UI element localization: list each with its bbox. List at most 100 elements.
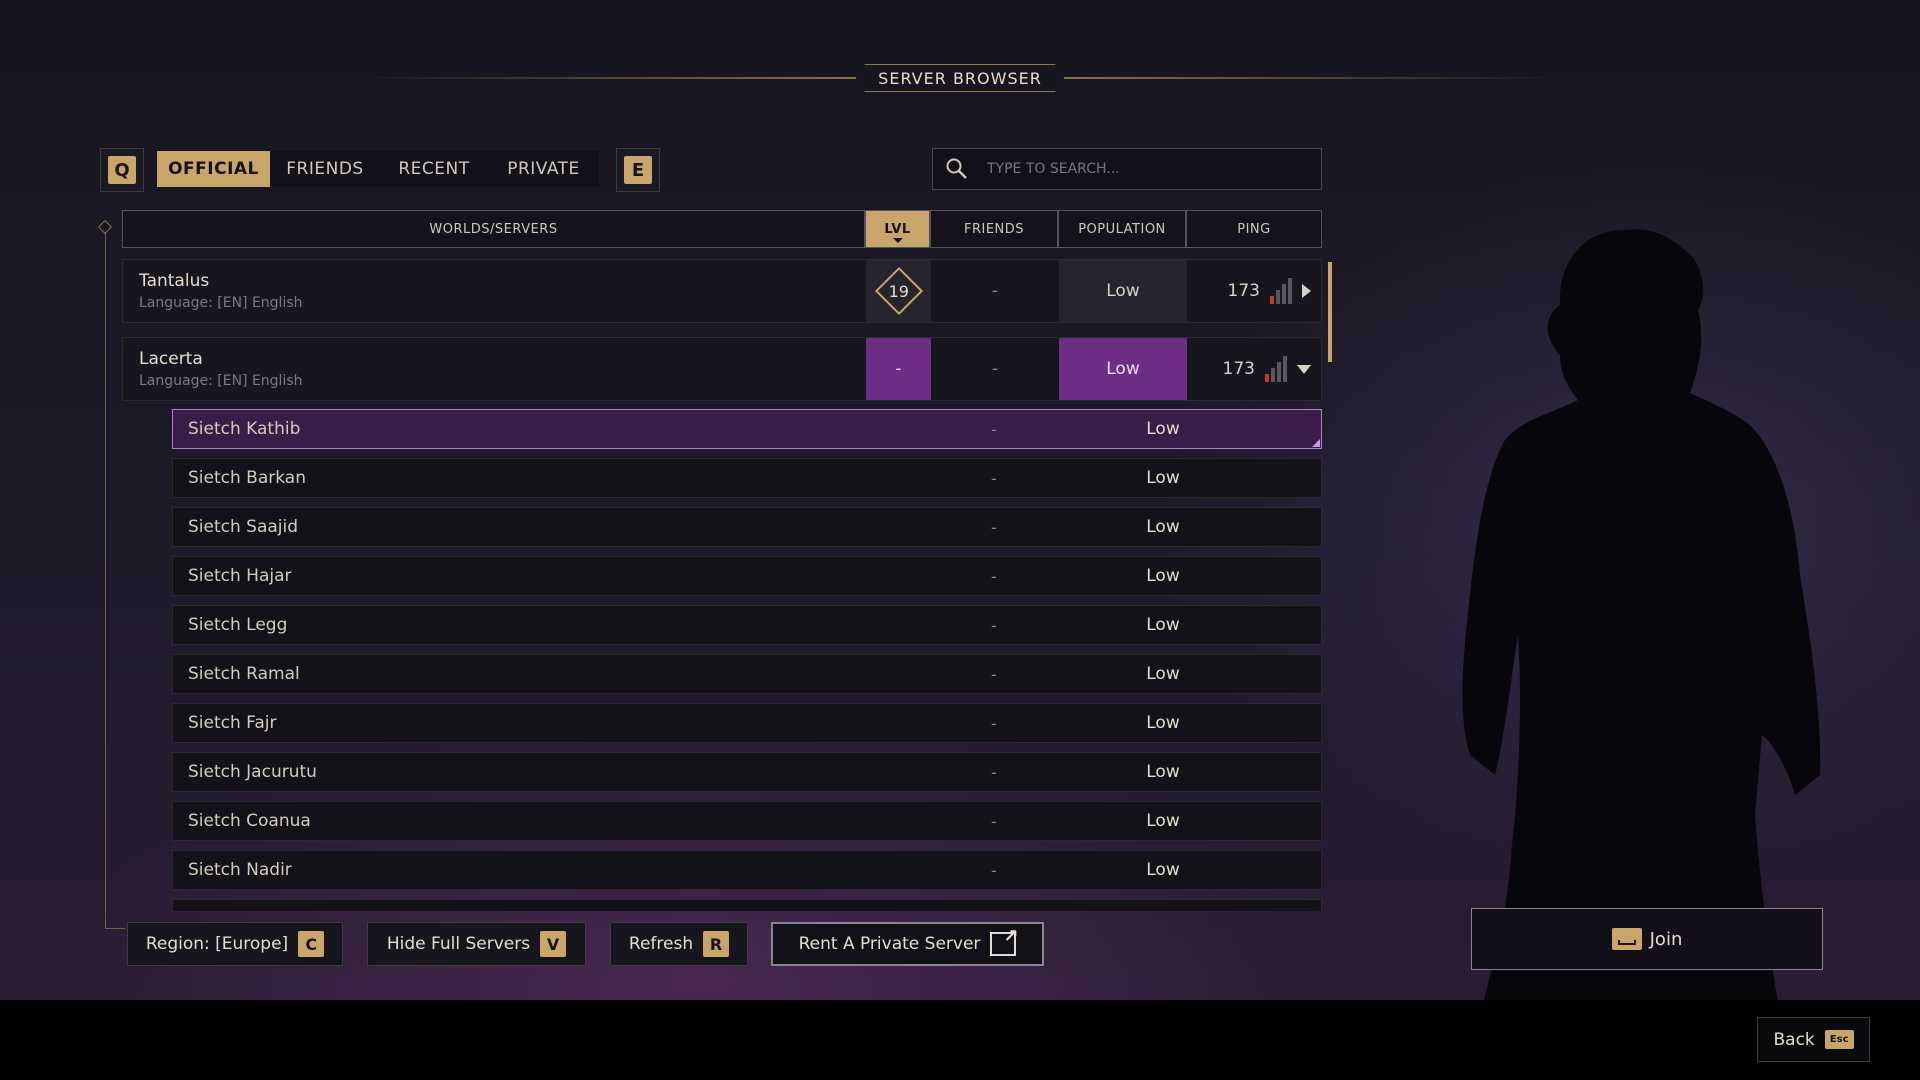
server-name: Sietch Barkan [188, 468, 306, 488]
esc-key-label: Esc [1824, 1030, 1854, 1049]
server-population: Low [1146, 468, 1180, 488]
signal-bars-icon [1265, 356, 1287, 382]
server-population: Low [1146, 566, 1180, 586]
expand-arrow-icon[interactable] [1302, 284, 1311, 298]
column-lvl[interactable]: LVL [865, 210, 930, 248]
tab-prev-key[interactable]: Q [100, 148, 144, 192]
tab-recent[interactable]: RECENT [380, 151, 488, 187]
server-list: Sietch Kathib - Low Sietch Barkan - Low … [172, 409, 1322, 911]
tab-friends[interactable]: FRIENDS [270, 151, 380, 187]
world-ping: 173 [1227, 281, 1260, 301]
hide-full-servers-label: Hide Full Servers [386, 934, 531, 954]
title-divider-left [360, 77, 860, 79]
world-population: Low [1059, 338, 1187, 400]
back-label: Back [1773, 1029, 1815, 1050]
join-label: Join [1649, 928, 1683, 950]
back-button[interactable]: Back Esc [1757, 1017, 1870, 1062]
server-name: Sietch Coanua [188, 811, 311, 831]
server-row[interactable]: Sietch Ramal - Low [172, 654, 1322, 694]
world-name: Tantalus [139, 271, 210, 291]
world-lvl: - [866, 338, 931, 400]
r-key-label: R [703, 931, 730, 957]
server-name: Sietch Saajid [188, 517, 299, 537]
server-population: Low [1146, 419, 1180, 439]
column-population[interactable]: POPULATION [1058, 210, 1186, 248]
world-row-lacerta[interactable]: Lacerta Language: [EN] English - - Low 1… [122, 337, 1322, 401]
server-name: Sietch Fajr [188, 713, 277, 733]
world-ping-cell: 173 [1187, 338, 1321, 400]
tab-private[interactable]: PRIVATE [488, 151, 599, 187]
hide-full-servers-button[interactable]: Hide Full Servers V [367, 922, 586, 966]
character-silhouette [1462, 229, 1821, 1000]
server-population: Low [1146, 860, 1180, 880]
search-box[interactable] [932, 148, 1322, 190]
search-input[interactable] [987, 161, 1307, 177]
server-name: Sietch Kathib [188, 419, 301, 439]
tree-connector-end [105, 928, 125, 929]
server-name: Sietch Ramal [188, 664, 300, 684]
world-name: Lacerta [139, 349, 203, 369]
server-row[interactable]: Sietch Legg - Low [172, 605, 1322, 645]
server-row[interactable]: Sietch Nadir - Low [172, 850, 1322, 890]
tree-connector [105, 228, 106, 928]
server-row[interactable]: Sietch Fajr - Low [172, 703, 1322, 743]
level-badge: 19 [874, 266, 923, 316]
server-population: Low [1146, 664, 1180, 684]
server-friends: - [991, 566, 997, 586]
e-key-label: E [624, 156, 652, 184]
tab-official[interactable]: OFFICIAL [157, 151, 270, 187]
server-population: Low [1146, 615, 1180, 635]
refresh-label: Refresh [628, 934, 694, 954]
rent-label: Rent A Private Server [798, 934, 981, 954]
world-row-tantalus[interactable]: Tantalus Language: [EN] English 19 - Low… [122, 259, 1322, 323]
region-label: Region: [Europe] [145, 934, 289, 954]
server-friends: - [991, 664, 997, 684]
region-button[interactable]: Region: [Europe] C [127, 922, 343, 966]
column-friends[interactable]: FRIENDS [930, 210, 1058, 248]
external-link-icon [990, 926, 1018, 956]
tab-bar: OFFICIAL FRIENDS RECENT PRIVATE [157, 151, 599, 187]
server-row-partial[interactable] [172, 899, 1322, 911]
signal-bars-icon [1270, 278, 1292, 304]
world-ping-cell: 173 [1187, 260, 1321, 322]
server-friends: - [991, 860, 997, 880]
server-row[interactable]: Sietch Jacurutu - Low [172, 752, 1322, 792]
server-name: Sietch Nadir [188, 860, 292, 880]
background-scene: SERVER BROWSER Q OFFICIAL FRIENDS RECENT… [0, 0, 1920, 1000]
server-row[interactable]: Sietch Coanua - Low [172, 801, 1322, 841]
search-icon [946, 158, 967, 179]
server-name: Sietch Jacurutu [188, 762, 317, 782]
server-friends: - [991, 713, 997, 733]
world-name-cell: Lacerta Language: [EN] English [123, 338, 866, 400]
server-friends: - [991, 615, 997, 635]
join-button[interactable]: Join [1471, 908, 1823, 970]
world-friends: - [991, 359, 999, 379]
server-friends: - [991, 419, 997, 439]
server-row[interactable]: Sietch Kathib - Low [172, 409, 1322, 449]
server-friends: - [991, 468, 997, 488]
v-key-label: V [540, 931, 567, 957]
tab-next-key[interactable]: E [616, 148, 660, 192]
refresh-button[interactable]: Refresh R [610, 922, 748, 966]
server-name: Sietch Legg [188, 615, 288, 635]
page-title: SERVER BROWSER [855, 64, 1065, 92]
column-ping[interactable]: PING [1186, 210, 1322, 248]
table-header: WORLDS/SERVERS LVL FRIENDS POPULATION PI… [122, 210, 1322, 248]
collapse-arrow-icon[interactable] [1297, 364, 1311, 374]
server-row[interactable]: Sietch Saajid - Low [172, 507, 1322, 547]
world-lvl-cell: 19 [866, 260, 931, 322]
column-worlds-servers[interactable]: WORLDS/SERVERS [122, 210, 865, 248]
scrollbar-thumb[interactable] [1328, 262, 1332, 362]
tree-diamond-icon [97, 219, 113, 235]
server-friends: - [991, 517, 997, 537]
world-language: Language: [EN] English [139, 373, 303, 389]
server-row[interactable]: Sietch Hajar - Low [172, 556, 1322, 596]
title-divider-right [1060, 77, 1560, 79]
server-friends: - [991, 762, 997, 782]
server-row[interactable]: Sietch Barkan - Low [172, 458, 1322, 498]
rent-private-server-button[interactable]: Rent A Private Server [771, 922, 1044, 966]
spacebar-icon [1611, 928, 1642, 950]
world-name-cell: Tantalus Language: [EN] English [123, 260, 866, 322]
world-language: Language: [EN] English [139, 295, 303, 311]
server-name: Sietch Hajar [188, 566, 292, 586]
